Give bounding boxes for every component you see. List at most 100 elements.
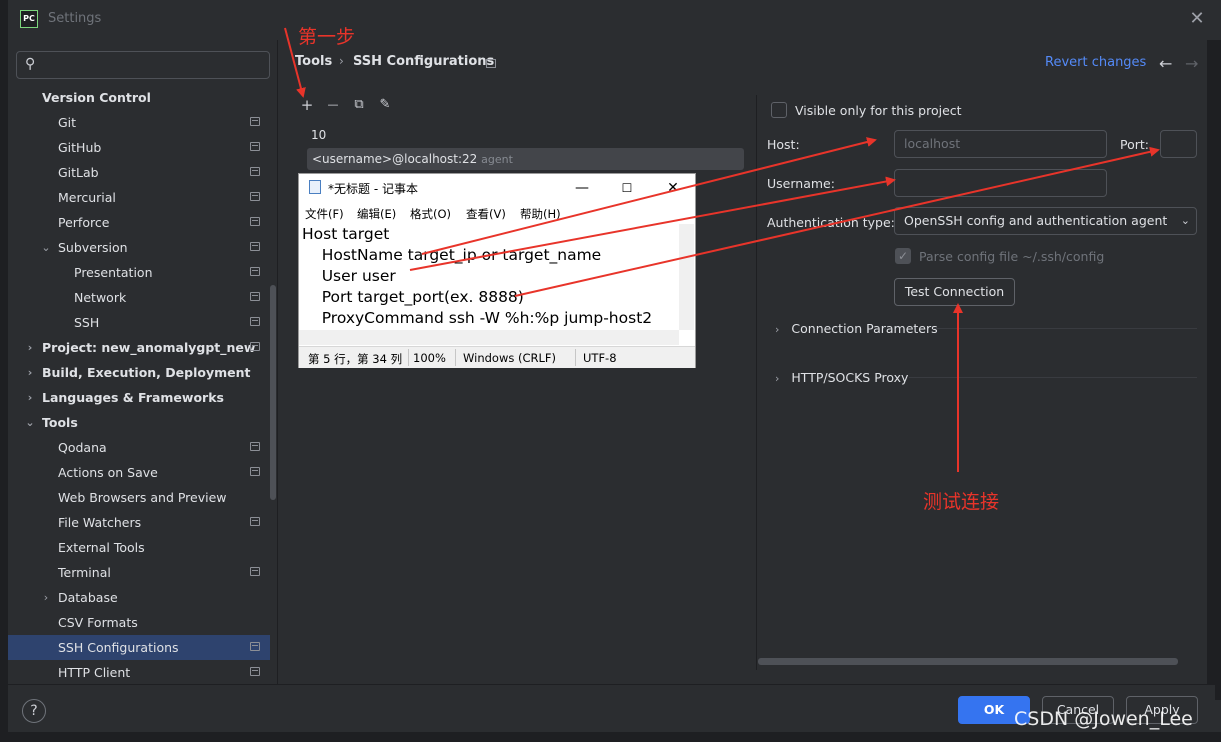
edit-icon[interactable]: ✎ — [376, 96, 394, 114]
chevron-right-icon[interactable]: › — [24, 385, 36, 410]
sidebar-item[interactable]: Version Control — [8, 85, 270, 110]
status-eol: Windows (CRLF) — [463, 351, 557, 365]
notepad-vertical-scrollbar[interactable] — [679, 224, 694, 330]
sidebar-item-label: Subversion — [58, 240, 128, 255]
sidebar-item[interactable]: Terminal — [8, 560, 270, 585]
help-icon[interactable]: ? — [22, 699, 46, 723]
project-scope-icon — [250, 117, 260, 126]
project-scope-icon — [250, 142, 260, 151]
close-icon[interactable]: ✕ — [663, 178, 683, 198]
chevron-right-icon[interactable]: › — [24, 360, 36, 385]
sidebar-item[interactable]: ⌄ Subversion — [8, 235, 270, 260]
status-zoom: 100% — [413, 351, 446, 365]
sidebar-item-label: CSV Formats — [58, 615, 138, 630]
sidebar-scrollbar[interactable] — [270, 285, 276, 500]
forward-arrow-icon[interactable]: → — [1185, 54, 1198, 73]
sidebar-item[interactable]: File Watchers — [8, 510, 270, 535]
sidebar-item[interactable]: Presentation — [8, 260, 270, 285]
status-separator — [575, 349, 576, 366]
dialog-titlebar: PC Settings ✕ — [8, 0, 1215, 40]
port-label: Port: — [1120, 137, 1149, 152]
sidebar-item-label: Qodana — [58, 440, 107, 455]
auth-type-select[interactable]: OpenSSH config and authentication agent … — [894, 207, 1197, 235]
username-input[interactable] — [894, 169, 1107, 197]
notepad-title: *无标题 - 记事本 — [328, 182, 418, 196]
project-scope-icon — [250, 567, 260, 576]
host-input[interactable]: localhost — [894, 130, 1107, 158]
notepad-horizontal-scrollbar[interactable] — [299, 330, 679, 345]
notepad-icon — [309, 180, 321, 194]
sidebar-item[interactable]: Web Browsers and Preview — [8, 485, 270, 510]
sidebar-item[interactable]: Qodana — [8, 435, 270, 460]
username-label: Username: — [767, 176, 835, 191]
auth-type-label: Authentication type: — [767, 215, 895, 230]
ide-left-edge — [0, 0, 8, 742]
minimize-icon[interactable]: — — [572, 178, 592, 198]
sidebar-item-label: Web Browsers and Preview — [58, 490, 227, 505]
ide-right-edge — [1207, 40, 1221, 700]
sidebar-item[interactable]: SSH Configurations — [8, 635, 270, 660]
chevron-down-icon[interactable]: ⌄ — [40, 235, 52, 260]
sidebar-item[interactable]: GitHub — [8, 135, 270, 160]
text-line: Host target — [302, 225, 390, 243]
ssh-list-count: 10 — [311, 128, 327, 142]
add-icon[interactable]: + — [298, 96, 316, 114]
notepad-text-area[interactable]: Host target HostName target_ip or target… — [302, 224, 677, 328]
project-scope-icon — [250, 192, 260, 201]
menu-view[interactable]: 查看(V) — [466, 206, 506, 222]
project-scope-icon — [250, 292, 260, 301]
revert-changes-link[interactable]: Revert changes — [1045, 55, 1146, 70]
project-scope-icon — [250, 267, 260, 276]
sidebar-item[interactable]: › Languages & Frameworks — [8, 385, 270, 410]
sidebar-item[interactable]: External Tools — [8, 535, 270, 560]
search-input[interactable]: ⚲ — [16, 51, 270, 79]
test-connection-button[interactable]: Test Connection — [894, 278, 1015, 306]
sidebar-item[interactable]: Git — [8, 110, 270, 135]
chevron-down-icon[interactable]: ⌄ — [24, 410, 36, 435]
port-input[interactable] — [1160, 130, 1197, 158]
ssh-config-entry[interactable]: <username>@localhost:22 agent — [307, 148, 744, 170]
sidebar-item[interactable]: CSV Formats — [8, 610, 270, 635]
sidebar-item[interactable]: Actions on Save — [8, 460, 270, 485]
sidebar-item[interactable]: › Build, Execution, Deployment — [8, 360, 270, 385]
section-proxy-label: HTTP/SOCKS Proxy — [791, 370, 909, 385]
section-connection-label: Connection Parameters — [791, 321, 938, 336]
sidebar-item[interactable]: SSH — [8, 310, 270, 335]
maximize-icon[interactable]: ☐ — [617, 178, 637, 198]
menu-help[interactable]: 帮助(H) — [520, 206, 561, 222]
section-proxy[interactable]: › HTTP/SOCKS Proxy — [775, 370, 908, 385]
chevron-right-icon[interactable]: › — [24, 335, 36, 360]
menu-edit[interactable]: 编辑(E) — [357, 206, 396, 222]
copy-icon[interactable]: ⧉ — [350, 96, 368, 114]
sidebar-item-label: File Watchers — [58, 515, 142, 530]
parse-config-checkbox[interactable]: ✓ — [895, 248, 911, 264]
project-scope-icon — [250, 317, 260, 326]
chevron-down-icon: ⌄ — [1180, 214, 1190, 227]
breadcrumb-parent[interactable]: Tools — [295, 54, 332, 74]
menu-file[interactable]: 文件(F) — [305, 206, 344, 222]
section-connection-params[interactable]: › Connection Parameters — [775, 321, 938, 336]
notepad-menubar: 文件(F) 编辑(E) 格式(O) 查看(V) 帮助(H) — [299, 203, 695, 223]
sidebar-item[interactable]: HTTP Client — [8, 660, 270, 685]
host-placeholder: localhost — [904, 136, 961, 151]
section-divider — [909, 377, 1197, 378]
close-icon[interactable]: ✕ — [1187, 9, 1207, 29]
horizontal-scrollbar[interactable] — [758, 658, 1178, 665]
menu-format[interactable]: 格式(O) — [410, 206, 451, 222]
sidebar-item[interactable]: GitLab — [8, 160, 270, 185]
sidebar-item[interactable]: ⌄ Tools — [8, 410, 270, 435]
visible-only-checkbox[interactable] — [771, 102, 787, 118]
panel-divider[interactable] — [756, 95, 757, 670]
sidebar-item-label: Git — [58, 115, 77, 130]
notepad-window: *无标题 - 记事本 — ☐ ✕ 文件(F) 编辑(E) 格式(O) 查看(V)… — [298, 173, 696, 368]
sidebar-item-label: External Tools — [58, 540, 145, 555]
breadcrumb-current: SSH Configurations — [353, 54, 495, 69]
sidebar-item[interactable]: Network — [8, 285, 270, 310]
sidebar-item[interactable]: Perforce — [8, 210, 270, 235]
remove-icon[interactable]: — — [324, 96, 342, 114]
sidebar-item[interactable]: › Project: new_anomalygpt_new — [8, 335, 270, 360]
chevron-right-icon[interactable]: › — [40, 585, 52, 610]
sidebar-item[interactable]: Mercurial — [8, 185, 270, 210]
sidebar-item[interactable]: › Database — [8, 585, 270, 610]
back-arrow-icon[interactable]: ← — [1159, 54, 1172, 73]
